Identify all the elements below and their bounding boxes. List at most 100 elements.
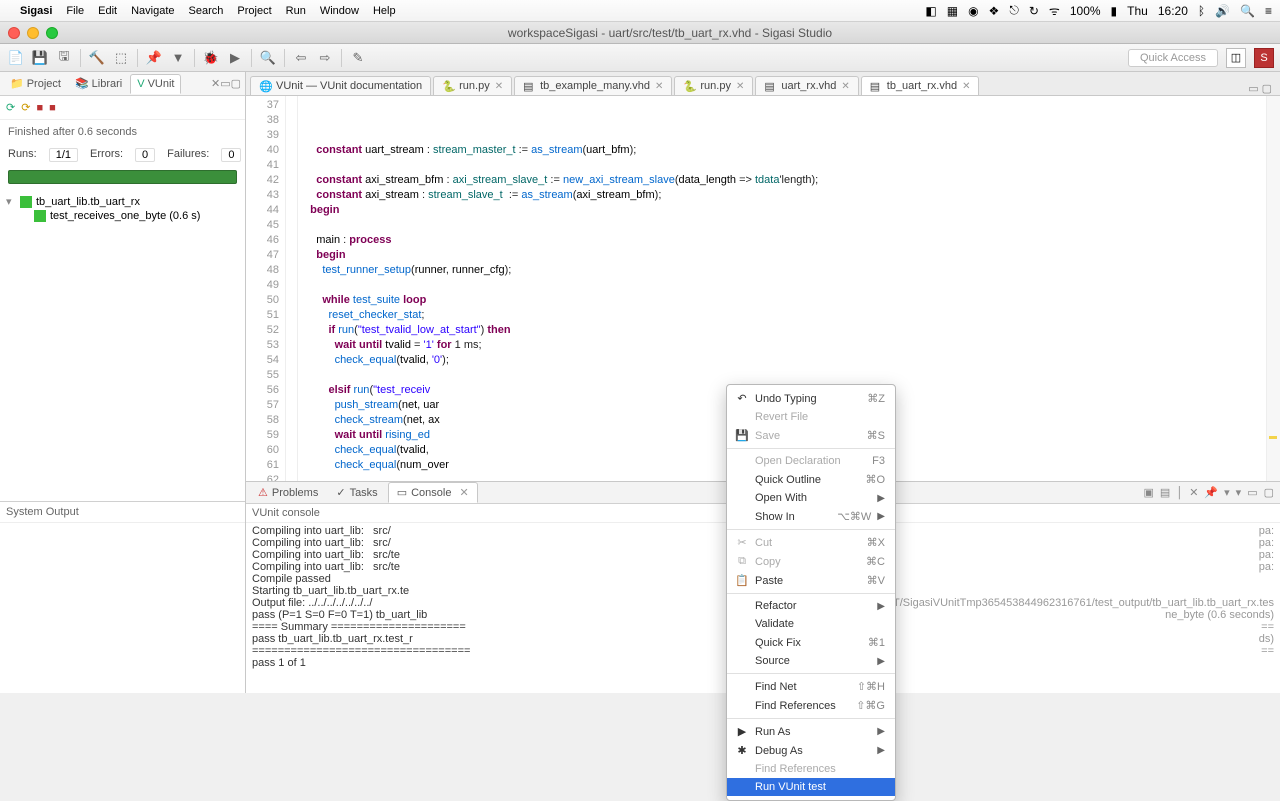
quick-access-field[interactable]: Quick Access bbox=[1128, 49, 1218, 67]
context-menu-item[interactable]: Source▶ bbox=[727, 652, 895, 670]
context-menu-item[interactable]: ↶Undo Typing⌘Z bbox=[727, 389, 895, 408]
tray-icon[interactable]: ❖ bbox=[989, 4, 1000, 18]
minimize-view-icon[interactable]: ▭ bbox=[1247, 486, 1257, 499]
close-icon[interactable]: ✕ bbox=[211, 77, 220, 90]
editor-tab[interactable]: ▤tb_example_many.vhd✕ bbox=[514, 76, 672, 95]
rerun-icon[interactable]: ⟳ bbox=[6, 101, 15, 114]
editor-tab[interactable]: ▤uart_rx.vhd✕ bbox=[755, 76, 858, 95]
context-menu-item[interactable]: Open With▶ bbox=[727, 489, 895, 507]
battery-icon[interactable]: ▮ bbox=[1111, 4, 1118, 18]
tab-problems[interactable]: ⚠Problems bbox=[250, 483, 326, 502]
menu-search[interactable]: Search bbox=[189, 5, 224, 17]
close-icon[interactable]: ✕ bbox=[736, 81, 744, 92]
context-menu-item[interactable]: Quick Outline⌘O bbox=[727, 470, 895, 489]
minimize-editor-icon[interactable]: ▭ bbox=[1248, 82, 1258, 95]
editor-tab[interactable]: 🌐VUnit — VUnit documentation bbox=[250, 76, 431, 95]
tray-icon[interactable]: ◧ bbox=[925, 4, 936, 18]
maximize-view-icon[interactable]: ▢ bbox=[231, 77, 241, 90]
minimize-window-button[interactable] bbox=[27, 27, 39, 39]
tab-libraries[interactable]: 📚Librari bbox=[69, 74, 128, 93]
tree-child[interactable]: test_receives_one_byte (0.6 s) bbox=[32, 209, 241, 223]
sigasi-perspective-button[interactable]: S bbox=[1254, 48, 1274, 68]
context-menu-item[interactable]: 📋Paste⌘V bbox=[727, 571, 895, 590]
zoom-window-button[interactable] bbox=[46, 27, 58, 39]
context-menu-item[interactable]: Refactor▶ bbox=[727, 597, 895, 615]
overview-ruler[interactable] bbox=[1266, 96, 1280, 481]
bluetooth-icon[interactable]: ᛒ bbox=[1198, 4, 1205, 18]
search-button[interactable]: 🔍 bbox=[258, 48, 278, 68]
perspective-button[interactable]: ◫ bbox=[1226, 48, 1246, 68]
close-window-button[interactable] bbox=[8, 27, 20, 39]
menu-navigate[interactable]: Navigate bbox=[131, 5, 174, 17]
console-switch[interactable]: ▾ bbox=[1224, 486, 1230, 499]
context-menu-item[interactable]: Run VUnit test bbox=[727, 778, 895, 796]
menu-icon[interactable]: ≡ bbox=[1265, 4, 1272, 18]
tray-icon[interactable]: ▦ bbox=[947, 4, 958, 18]
minimize-view-icon[interactable]: ▭ bbox=[220, 77, 230, 90]
menu-window[interactable]: Window bbox=[320, 5, 359, 17]
app-name[interactable]: Sigasi bbox=[20, 5, 52, 17]
maximize-view-icon[interactable]: ▢ bbox=[1264, 486, 1274, 499]
rerun-failed-icon[interactable]: ⟳ bbox=[21, 101, 30, 114]
menu-run[interactable]: Run bbox=[286, 5, 306, 17]
window-controls bbox=[8, 27, 58, 39]
tab-console[interactable]: ▭Console✕ bbox=[388, 482, 478, 503]
context-menu-item: Revert File bbox=[727, 408, 895, 426]
context-menu-item: ✂Cut⌘X bbox=[727, 533, 895, 552]
run-button[interactable]: ▶ bbox=[225, 48, 245, 68]
new-button[interactable]: 📄 bbox=[6, 48, 26, 68]
console-open[interactable]: ▾ bbox=[1236, 486, 1242, 499]
marker-button[interactable]: ✎ bbox=[348, 48, 368, 68]
editor-tab[interactable]: 🐍run.py✕ bbox=[674, 76, 753, 95]
save-button[interactable]: 💾 bbox=[30, 48, 50, 68]
console-tool[interactable]: ▤ bbox=[1160, 486, 1170, 499]
console-tool[interactable]: ▣ bbox=[1144, 486, 1154, 499]
context-menu-item[interactable]: ✱Debug As▶ bbox=[727, 741, 895, 760]
close-icon[interactable]: ✕ bbox=[459, 486, 468, 499]
wifi-icon[interactable]: ᯤ bbox=[1049, 2, 1060, 19]
close-icon[interactable]: ✕ bbox=[841, 81, 849, 92]
context-menu-item[interactable]: Find References⇧⌘G bbox=[727, 696, 895, 715]
tray-icon[interactable]: ↻ bbox=[1029, 4, 1039, 18]
menu-edit[interactable]: Edit bbox=[98, 5, 117, 17]
runs-label: Runs: bbox=[8, 148, 37, 162]
tab-vunit[interactable]: VVUnit bbox=[130, 74, 181, 94]
menu-project[interactable]: Project bbox=[237, 5, 271, 17]
toolbar-button[interactable]: ▼ bbox=[168, 48, 188, 68]
tree-root[interactable]: ▾ tb_uart_lib.tb_uart_rx bbox=[4, 194, 241, 209]
close-icon[interactable]: ✕ bbox=[962, 81, 970, 92]
context-menu-item[interactable]: Validate bbox=[727, 615, 895, 633]
tray-icon[interactable]: ⎋ bbox=[1009, 3, 1019, 18]
nav-fwd-button[interactable]: ⇨ bbox=[315, 48, 335, 68]
close-icon[interactable]: ✕ bbox=[495, 81, 503, 92]
save-all-button[interactable]: 🖫 bbox=[54, 48, 74, 68]
stop-icon[interactable]: ■ bbox=[36, 102, 43, 114]
editor-tab[interactable]: ▤tb_uart_rx.vhd✕ bbox=[861, 76, 980, 95]
context-menu-item[interactable]: Show In⌥⌘W▶ bbox=[727, 507, 895, 526]
spotlight-icon[interactable]: 🔍 bbox=[1240, 4, 1255, 18]
context-menu-item[interactable]: Quick Fix⌘1 bbox=[727, 633, 895, 652]
console-clear[interactable]: ✕ bbox=[1189, 486, 1198, 499]
tab-project[interactable]: 📁Project bbox=[4, 74, 67, 93]
context-menu-item[interactable]: Find Net⇧⌘H bbox=[727, 677, 895, 696]
stop-icon[interactable]: ■ bbox=[49, 102, 56, 114]
maximize-editor-icon[interactable]: ▢ bbox=[1262, 82, 1272, 95]
build-button[interactable]: 🔨 bbox=[87, 48, 107, 68]
tab-tasks[interactable]: ✓Tasks bbox=[328, 483, 385, 502]
menu-help[interactable]: Help bbox=[373, 5, 396, 17]
tray-icon[interactable]: ◉ bbox=[968, 4, 978, 18]
fold-column[interactable] bbox=[286, 96, 298, 481]
close-icon[interactable]: ✕ bbox=[655, 81, 663, 92]
toolbar-button[interactable]: ⬚ bbox=[111, 48, 131, 68]
menu-item-label: Paste bbox=[755, 575, 861, 587]
volume-icon[interactable]: 🔊 bbox=[1215, 4, 1230, 18]
nav-back-button[interactable]: ⇦ bbox=[291, 48, 311, 68]
mac-menubar: Sigasi File Edit Navigate Search Project… bbox=[0, 0, 1280, 22]
context-menu-item[interactable]: ▶Run As▶ bbox=[727, 722, 895, 741]
debug-button[interactable]: 🐞 bbox=[201, 48, 221, 68]
pin-button[interactable]: 📌 bbox=[144, 48, 164, 68]
menu-file[interactable]: File bbox=[66, 5, 84, 17]
console-pin[interactable]: 📌 bbox=[1204, 486, 1218, 499]
editor-tab[interactable]: 🐍run.py✕ bbox=[433, 76, 512, 95]
console-tool[interactable]: │ bbox=[1176, 487, 1183, 499]
